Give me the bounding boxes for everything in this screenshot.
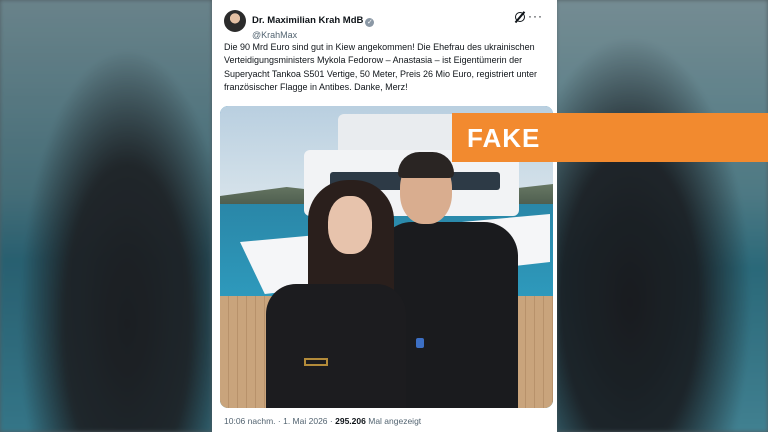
- tweet-card: Dr. Maximilian Krah MdB ✓ @KrahMax ··· Di…: [212, 0, 557, 432]
- yacht: [338, 114, 458, 154]
- grok-icon[interactable]: [515, 12, 525, 22]
- fake-label: FAKE: [467, 123, 541, 153]
- tweet-header: Dr. Maximilian Krah MdB ✓ @KrahMax ···: [220, 0, 549, 40]
- verified-badge-icon: ✓: [365, 18, 375, 27]
- tweet-time[interactable]: 10:06 nachm.: [224, 416, 276, 426]
- view-count: 295.206: [335, 416, 366, 426]
- more-icon[interactable]: ···: [528, 9, 543, 23]
- views-label: Mal angezeigt: [368, 416, 422, 426]
- author-block: Dr. Maximilian Krah MdB ✓ @KrahMax: [252, 10, 375, 40]
- tweet-text: Die 90 Mrd Euro sind gut in Kiew angekom…: [224, 42, 538, 93]
- author-handle[interactable]: @KrahMax: [252, 30, 374, 40]
- tweet-date[interactable]: 1. Mai 2026: [283, 416, 327, 426]
- fake-label-banner: FAKE: [452, 113, 768, 162]
- author-name[interactable]: Dr. Maximilian Krah MdB: [252, 15, 363, 26]
- tweet-meta: 10:06 nachm. · 1. Mai 2026 · 295.206 Mal…: [224, 416, 422, 426]
- avatar[interactable]: [224, 10, 246, 32]
